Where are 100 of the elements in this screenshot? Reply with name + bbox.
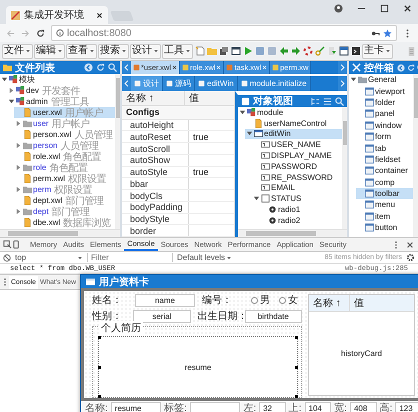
item-description: 管理工具 [50,96,89,108]
tree-item[interactable]: userNameControl [245,118,342,129]
column-header[interactable]: 名称 ↑ [309,295,350,311]
table-cell-text: true [192,166,210,178]
filter-input[interactable]: Filter [87,253,173,262]
tree-item[interactable]: button [356,222,413,234]
menu-button[interactable]: 搜索 [98,44,129,58]
field-label: 标签: [164,402,187,412]
tree-item[interactable]: comp [356,176,413,188]
tree-item[interactable]: user.xwl 用户帐户 [14,107,115,118]
tab-title: 集成开发环境 [24,8,85,22]
tree-item[interactable]: menu [356,199,413,211]
levels-dropdown[interactable]: Default levels [177,253,232,262]
tree-item[interactable]: form [356,130,413,142]
editor-tab[interactable]: module.initialize [238,76,311,91]
panel-title: 控件箱 [364,62,394,74]
tree-item[interactable]: window [356,120,413,131]
tree-item[interactable]: dbe.xwl 数据库浏览 [14,217,115,228]
text-area[interactable]: resume [99,337,297,397]
menu-button[interactable]: 主卡 [362,44,393,58]
tree-item[interactable]: radio2 [259,214,342,226]
column-header[interactable]: 名称 ↑ [122,91,185,105]
column-header[interactable]: 值 [185,91,234,105]
editor-tab[interactable]: 源码 [163,76,195,91]
tree-item[interactable]: folder [356,96,413,108]
tree-item[interactable]: PASSWORD [252,160,342,172]
column-header[interactable]: 值 [350,295,414,311]
tree-item[interactable]: module [238,107,342,118]
item-description: 角色配置 [49,161,88,174]
field-label: 姓名： [92,294,123,307]
field-label: 性别： [92,310,123,323]
menu-button[interactable]: 编辑 [34,44,65,58]
tree-item[interactable]: item [356,210,413,222]
spinner-field[interactable]: serial [133,310,191,322]
table-cell: autoStyle [122,166,189,178]
tree-item[interactable]: USER_NAME [252,139,342,150]
tree-item[interactable]: RE_PASSWORD [252,172,342,183]
tree-item[interactable]: dept.xwl 部门管理 [14,195,115,206]
input-field[interactable]: name [135,294,195,306]
tree-item[interactable]: person.xwl 人员管理 [14,129,115,140]
tree-item[interactable]: dept 部门管理 [14,206,115,217]
item-description: 用户帐户 [64,106,103,118]
input-field[interactable]: resume [110,402,162,412]
field-label: 高: [380,402,392,412]
item-description: 权限设置 [68,172,106,184]
menu-button[interactable]: 文件 [2,44,33,58]
tree-item[interactable]: user 用户帐户 [14,118,115,129]
tree-item[interactable]: role 角色配置 [14,162,115,173]
group-header: Configs [122,106,234,120]
tree-item[interactable]: radio1 [259,204,342,215]
input-field[interactable]: 408 [350,402,377,412]
input-field[interactable]: 104 [304,402,332,412]
tree-item[interactable]: perm.xwl 权限设置 [14,173,115,184]
input-field[interactable]: 32 [259,402,286,412]
table-cell: border [122,225,189,236]
tree-item[interactable]: STATUS [252,193,342,204]
tree-item[interactable]: tab [356,142,413,154]
browser-tab[interactable]: 集成开发环境 [6,6,108,24]
address-bar[interactable]: localhost:8080 [51,25,397,41]
tree-item[interactable]: EMAIL [252,182,342,194]
url-port: :8080 [106,28,132,38]
tree-item[interactable]: General [349,74,413,86]
item-description: 用户帐户 [52,118,90,130]
tree-item[interactable]: dev 开发套件 [7,85,115,96]
item-description: 人员管理 [74,128,112,141]
tree-item[interactable]: viewport [356,85,413,97]
tree-item[interactable]: role.xwl 角色配置 [14,151,115,162]
date-field[interactable]: birthdate [244,310,302,322]
menu-button[interactable]: 工具 [162,44,193,58]
item-description: 开发套件 [42,84,80,97]
item-description: 角色配置 [63,150,102,162]
radio-label: 女 [288,294,298,307]
field-label: 上: [288,402,302,412]
editor-tab[interactable]: editWin [195,76,238,91]
table-cell: autoShow [122,154,189,166]
fieldset-title: 个人简历 [99,321,143,335]
tree-item[interactable]: perm 权限设置 [14,184,115,195]
tree-item[interactable]: editWin [245,128,342,140]
tree-item[interactable]: person 人员管理 [14,140,115,151]
table-cell-text: true [192,131,210,142]
field-label: 名称: [85,402,108,412]
table-cell: bodyStyle [122,214,189,224]
tree-item[interactable]: panel [356,108,413,120]
tree-item[interactable]: container [356,165,413,177]
table-cell: autoScroll [122,143,189,154]
item-description: 部门管理 [65,194,104,206]
tree-item[interactable]: fieldset [356,154,413,166]
radio-label: 男 [260,294,270,307]
context-select[interactable]: top [15,253,83,262]
item-description: 数据库浏览 [63,216,111,229]
input-field[interactable]: 123 [395,402,418,412]
tree-item[interactable]: 模块 [0,74,115,85]
menu-button[interactable]: 查看 [66,44,97,58]
url-host: localhost [67,28,106,38]
tree-item[interactable]: admin 管理工具 [7,96,115,107]
menu-button[interactable]: 设计 [130,44,161,58]
table-cell: bodyCls [122,190,189,201]
panel-title: 对象视图 [253,95,294,108]
tree-item[interactable]: DISPLAY_NAME [252,150,342,161]
tree-item[interactable]: toolbar [356,188,413,200]
